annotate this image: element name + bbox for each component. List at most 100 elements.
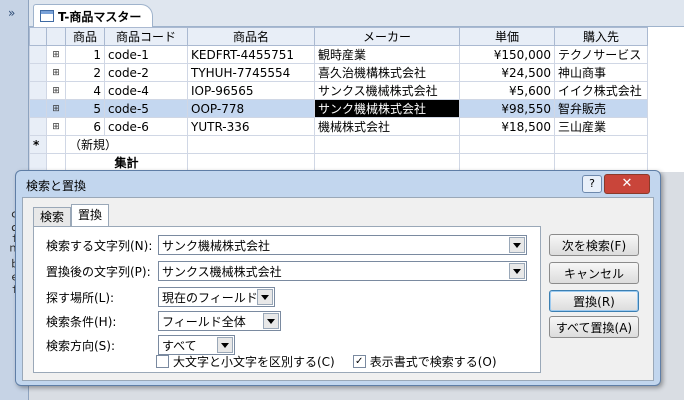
help-button[interactable]: ? bbox=[582, 175, 602, 193]
header-row: 商品 商品コード 商品名 メーカー 単価 購入先 bbox=[29, 27, 648, 46]
cell-price[interactable]: ¥98,550 bbox=[459, 99, 555, 118]
cell-name[interactable]: TYHUH-7745554 bbox=[187, 63, 315, 82]
new-record-label[interactable]: （新規） bbox=[65, 135, 188, 154]
cell-id[interactable]: 1 bbox=[65, 45, 105, 64]
checkbox-checked-icon[interactable]: ✓ bbox=[352, 354, 366, 368]
find-value: サンク機械株式会社 bbox=[162, 238, 271, 253]
cell-vendor[interactable]: 神山商事 bbox=[554, 63, 648, 82]
match-select[interactable]: フィールド全体 bbox=[158, 311, 281, 331]
row-selector[interactable] bbox=[29, 117, 47, 136]
cell-price[interactable]: ¥24,500 bbox=[459, 63, 555, 82]
close-button[interactable]: ✕ bbox=[604, 174, 650, 194]
cell-maker[interactable]: 機械株式会社 bbox=[314, 117, 460, 136]
match-case-label: 大文字と小文字を区別する(C) bbox=[173, 354, 335, 369]
row-selector[interactable] bbox=[29, 63, 47, 82]
select-all-cell[interactable] bbox=[29, 27, 47, 46]
cell-price[interactable]: ¥150,000 bbox=[459, 45, 555, 64]
new-record-row[interactable]: * （新規） bbox=[29, 135, 648, 154]
empty-cell bbox=[187, 135, 315, 154]
cell-vendor[interactable]: 三山産業 bbox=[554, 117, 648, 136]
doc-tab-product-master[interactable]: T-商品マスター bbox=[33, 4, 153, 27]
row-selector[interactable] bbox=[29, 99, 47, 118]
cell-vendor[interactable]: 智弁販売 bbox=[554, 99, 648, 118]
chevron-down-icon[interactable] bbox=[509, 263, 525, 279]
tab-replace[interactable]: 置換 bbox=[71, 204, 110, 226]
empty-cell bbox=[459, 135, 555, 154]
cell-maker[interactable]: サンクス機械株式会社 bbox=[314, 81, 460, 100]
chevron-down-icon[interactable] bbox=[263, 313, 279, 329]
dialog-tabs: 検索 置換 bbox=[33, 204, 110, 226]
search-formatted-label: 表示書式で検索する(O) bbox=[369, 354, 497, 369]
chevron-down-icon[interactable] bbox=[257, 289, 273, 305]
cell-code[interactable]: code-1 bbox=[104, 45, 188, 64]
empty-cell bbox=[314, 135, 460, 154]
cell-id[interactable]: 5 bbox=[65, 99, 105, 118]
expand-nav-icon[interactable]: » bbox=[8, 6, 15, 20]
expand-plus-icon[interactable]: ⊞ bbox=[46, 45, 66, 64]
cell-code[interactable]: code-2 bbox=[104, 63, 188, 82]
match-row: 検索条件(H): フィールド全体 bbox=[46, 311, 281, 331]
match-case-checkbox[interactable]: 大文字と小文字を区別する(C) bbox=[156, 353, 335, 370]
replace-value: サンクス機械株式会社 bbox=[162, 264, 282, 279]
col-header-id[interactable]: 商品 bbox=[65, 27, 105, 46]
cell-vendor[interactable]: イイク株式会社 bbox=[554, 81, 648, 100]
expand-plus-icon[interactable]: ⊞ bbox=[46, 99, 66, 118]
expand-plus-icon[interactable]: ⊞ bbox=[46, 117, 66, 136]
cell-id[interactable]: 4 bbox=[65, 81, 105, 100]
row-selector[interactable] bbox=[29, 45, 47, 64]
cell-vendor[interactable]: テクノサービス bbox=[554, 45, 648, 64]
replace-panel: 検索する文字列(N): サンク機械株式会社 置換後の文字列(P): サンクス機械… bbox=[33, 226, 541, 373]
table-icon bbox=[40, 10, 54, 22]
replace-combobox[interactable]: サンクス機械株式会社 bbox=[158, 261, 527, 281]
cell-code[interactable]: code-5 bbox=[104, 99, 188, 118]
find-combobox[interactable]: サンク機械株式会社 bbox=[158, 235, 527, 255]
expand-plus-icon[interactable]: ⊞ bbox=[46, 81, 66, 100]
table-row[interactable]: ⊞ 1 code-1 KEDFRT-4455751 観時産業 ¥150,000 … bbox=[29, 45, 648, 64]
cell-code[interactable]: code-4 bbox=[104, 81, 188, 100]
cell-name[interactable]: KEDFRT-4455751 bbox=[187, 45, 315, 64]
dialog-body: 検索 置換 検索する文字列(N): サンク機械株式会社 置換後の文字列(P): … bbox=[22, 197, 654, 381]
document-tab-strip: T-商品マスター bbox=[29, 0, 684, 27]
replace-button[interactable]: 置換(R) bbox=[549, 290, 639, 312]
cell-price[interactable]: ¥5,600 bbox=[459, 81, 555, 100]
total-row: 集計 bbox=[29, 153, 648, 172]
checkbox-unchecked[interactable] bbox=[156, 354, 169, 368]
row-selector[interactable] bbox=[29, 81, 47, 100]
cell-id[interactable]: 6 bbox=[65, 117, 105, 136]
cell-name[interactable]: OOP-778 bbox=[187, 99, 315, 118]
chevron-down-icon[interactable] bbox=[509, 237, 525, 253]
table-row[interactable]: ⊞ 2 code-2 TYHUH-7745554 喜久治機構株式会社 ¥24,5… bbox=[29, 63, 648, 82]
lookin-select[interactable]: 現在のフィールド bbox=[158, 287, 275, 307]
cell-code[interactable]: code-6 bbox=[104, 117, 188, 136]
empty-cell bbox=[187, 153, 315, 172]
cell-maker-highlighted[interactable]: サンク機械株式会社 bbox=[314, 99, 460, 118]
cancel-button[interactable]: キャンセル bbox=[549, 262, 639, 284]
match-label: 検索条件(H): bbox=[46, 314, 117, 329]
empty-cell bbox=[554, 135, 648, 154]
cell-maker[interactable]: 喜久治機構株式会社 bbox=[314, 63, 460, 82]
cell-price[interactable]: ¥18,500 bbox=[459, 117, 555, 136]
empty-cell bbox=[46, 153, 66, 172]
col-header-vendor[interactable]: 購入先 bbox=[554, 27, 648, 46]
cell-name[interactable]: YUTR-336 bbox=[187, 117, 315, 136]
expand-plus-icon[interactable]: ⊞ bbox=[46, 63, 66, 82]
table-row[interactable]: ⊞ 6 code-6 YUTR-336 機械株式会社 ¥18,500 三山産業 bbox=[29, 117, 648, 136]
col-header-code[interactable]: 商品コード bbox=[104, 27, 188, 46]
table-row[interactable]: ⊞ 4 code-4 IOP-96565 サンクス機械株式会社 ¥5,600 イ… bbox=[29, 81, 648, 100]
col-header-price[interactable]: 単価 bbox=[459, 27, 555, 46]
col-header-name[interactable]: 商品名 bbox=[187, 27, 315, 46]
replace-all-button[interactable]: すべて置換(A) bbox=[549, 316, 639, 338]
cell-maker[interactable]: 観時産業 bbox=[314, 45, 460, 64]
col-header-maker[interactable]: メーカー bbox=[314, 27, 460, 46]
replace-row: 置換後の文字列(P): サンクス機械株式会社 bbox=[46, 261, 527, 281]
table-row-selected[interactable]: ⊞ 5 code-5 OOP-778 サンク機械株式会社 ¥98,550 智弁販… bbox=[29, 99, 648, 118]
dialog-title: 検索と置換 bbox=[26, 179, 87, 193]
tab-find[interactable]: 検索 bbox=[33, 207, 72, 226]
row-selector bbox=[29, 153, 47, 172]
cell-id[interactable]: 2 bbox=[65, 63, 105, 82]
search-formatted-checkbox[interactable]: ✓ 表示書式で検索する(O) bbox=[352, 353, 497, 370]
find-next-button[interactable]: 次を検索(F) bbox=[549, 234, 639, 256]
find-label: 検索する文字列(N): bbox=[46, 238, 153, 253]
cell-name[interactable]: IOP-96565 bbox=[187, 81, 315, 100]
direction-label: 検索方向(S): bbox=[46, 338, 116, 353]
